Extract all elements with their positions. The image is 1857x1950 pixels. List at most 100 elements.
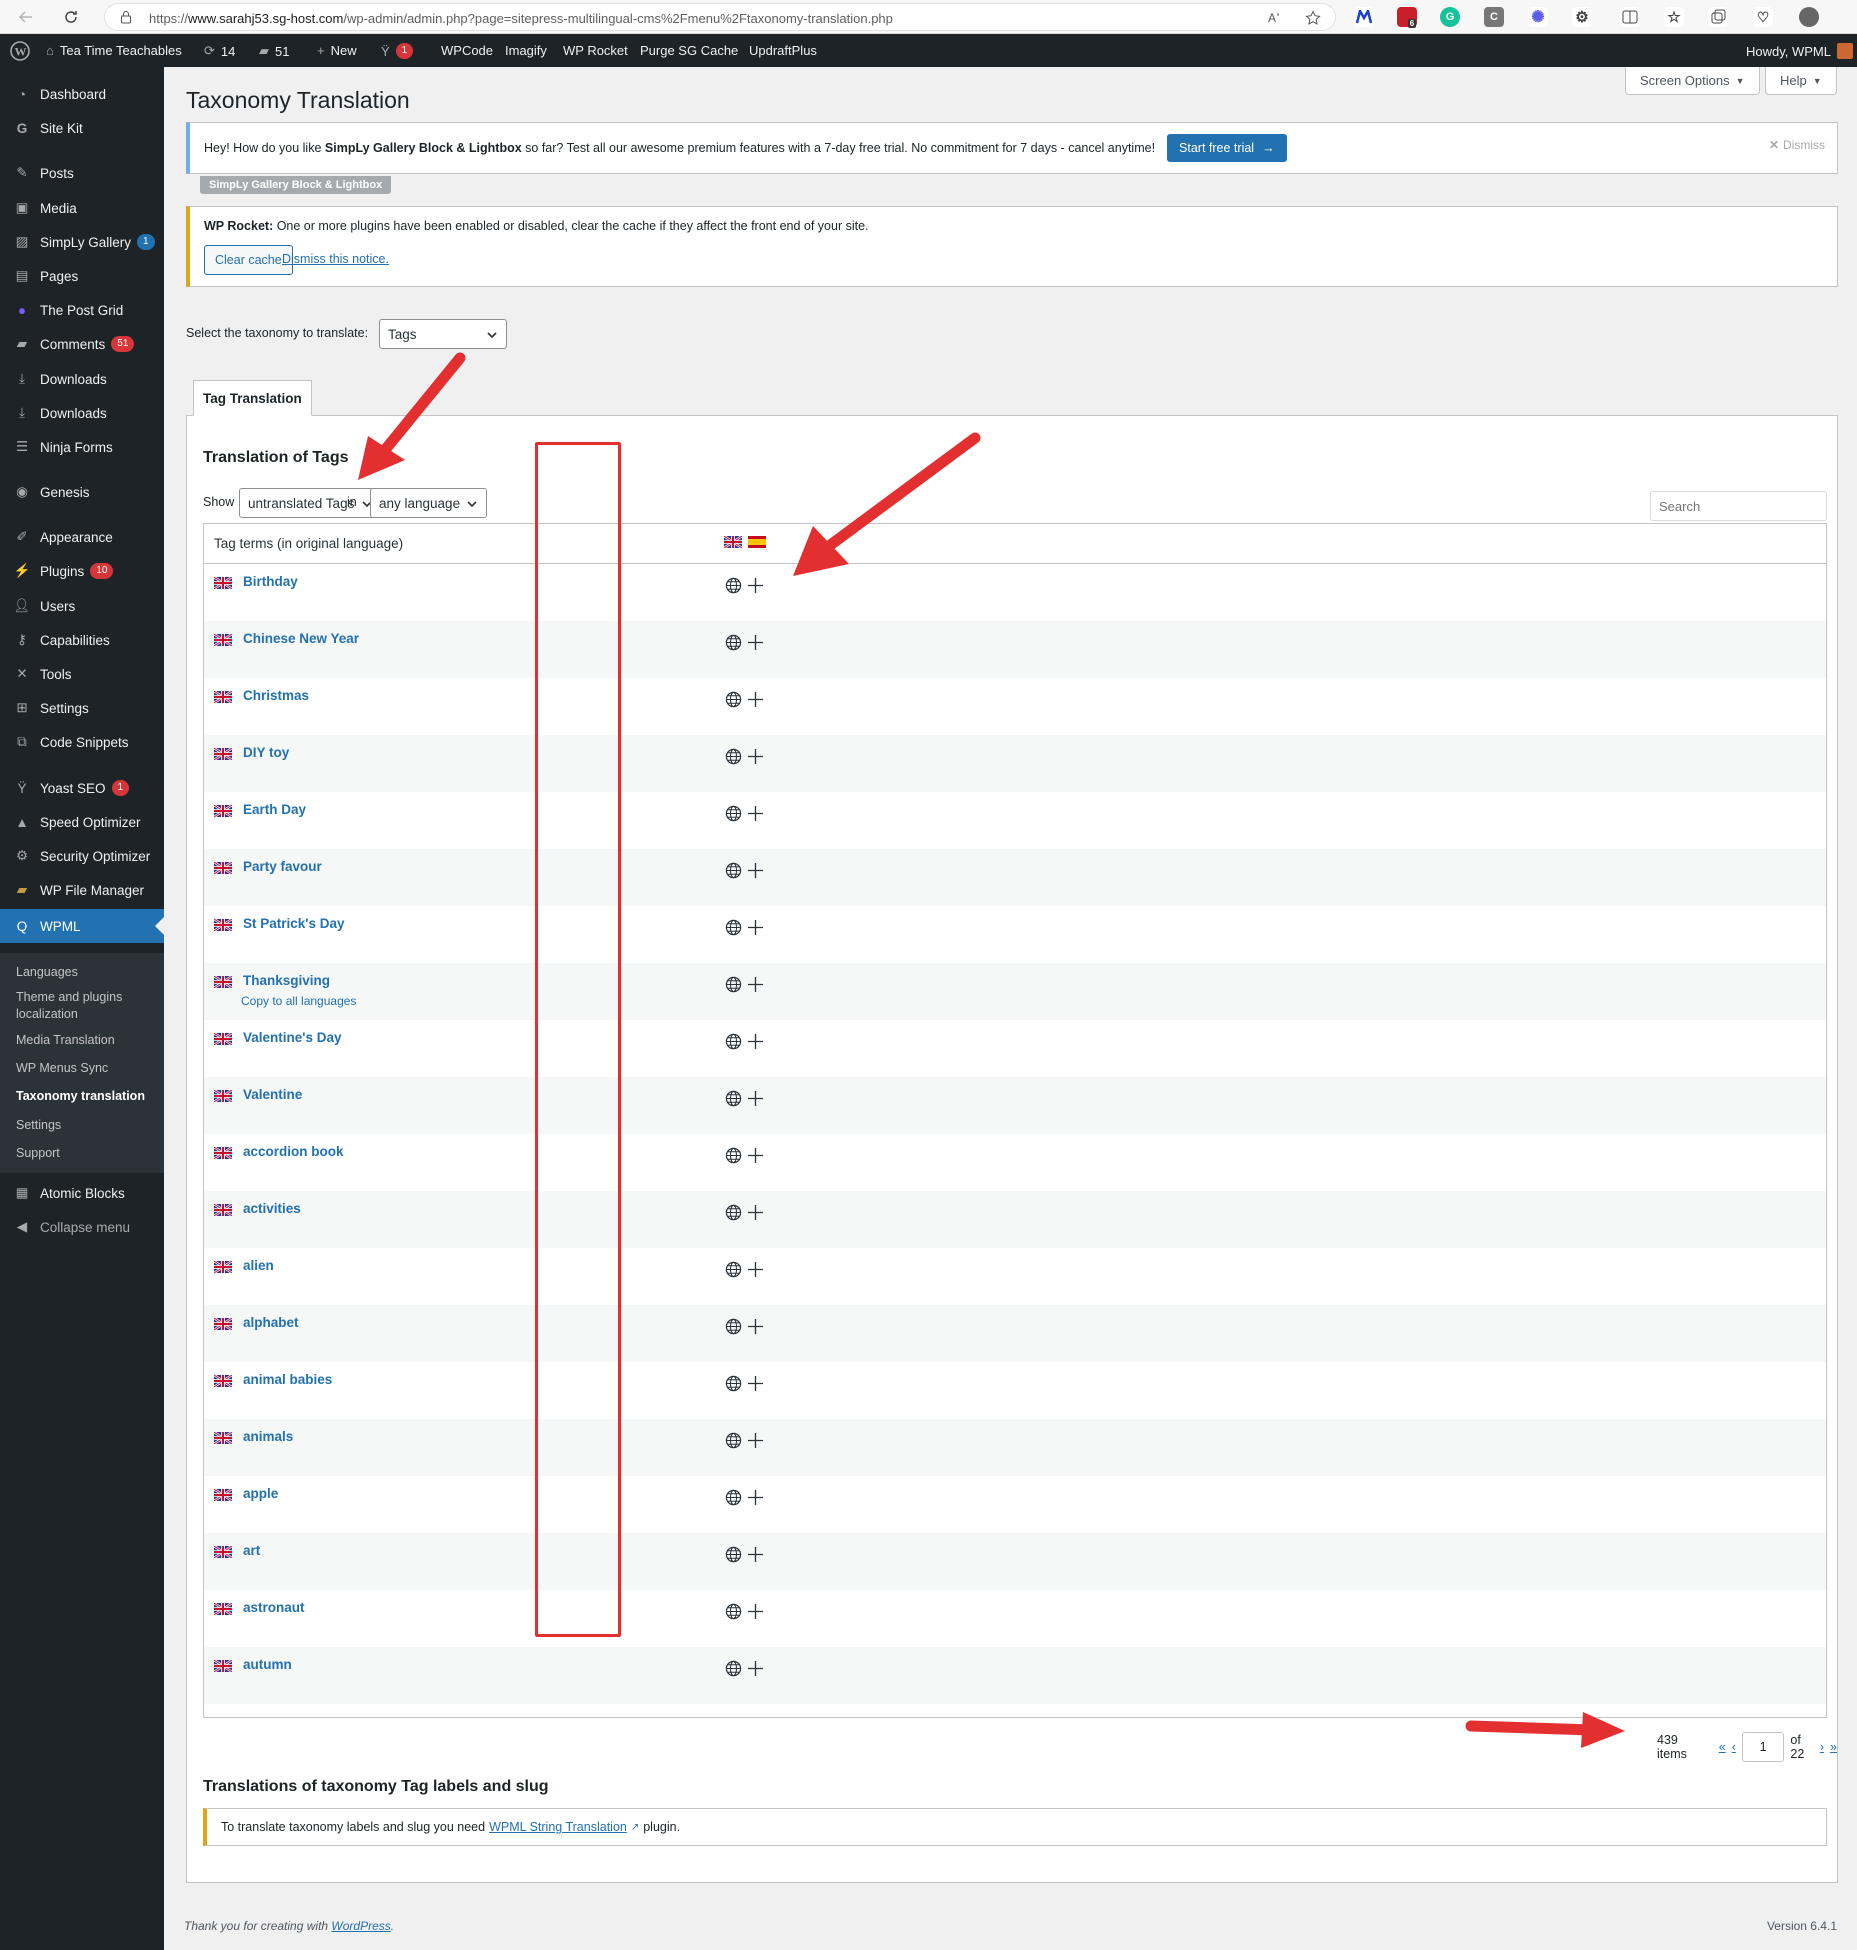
submenu-media-translation[interactable]: Media Translation: [16, 1032, 156, 1049]
add-translation-icon[interactable]: [747, 1204, 764, 1221]
term-link[interactable]: DIY toy: [243, 745, 289, 760]
wordpress-logo-icon[interactable]: W: [10, 41, 30, 61]
help-button[interactable]: Help ▼: [1765, 67, 1837, 95]
term-link[interactable]: alien: [243, 1258, 274, 1273]
menu-wp-file-manager[interactable]: ▰ WP File Manager: [0, 874, 164, 906]
address-bar[interactable]: https://www.sarahj53.sg-host.com/wp-admi…: [104, 3, 1336, 31]
add-translation-icon[interactable]: [747, 976, 764, 993]
menu-genesis[interactable]: ◉ Genesis: [0, 476, 164, 508]
globe-icon[interactable]: [725, 1033, 742, 1050]
term-link[interactable]: animals: [243, 1429, 293, 1444]
menu-posts[interactable]: ✎ Posts: [0, 157, 164, 189]
adminbar-link-purge-sg[interactable]: Purge SG Cache: [640, 43, 738, 58]
globe-icon[interactable]: [725, 1603, 742, 1620]
add-translation-icon[interactable]: [747, 1147, 764, 1164]
menu-wpml[interactable]: Q WPML: [0, 909, 164, 943]
adminbar-link-wp-rocket[interactable]: WP Rocket: [563, 43, 628, 58]
globe-icon[interactable]: [725, 919, 742, 936]
add-translation-icon[interactable]: [747, 1603, 764, 1620]
globe-icon[interactable]: [725, 691, 742, 708]
globe-icon[interactable]: [725, 748, 742, 765]
adminbar-link-updraftplus[interactable]: UpdraftPlus: [749, 43, 817, 58]
extensions-puzzle-icon[interactable]: ⚙: [1572, 7, 1592, 27]
add-translation-icon[interactable]: [747, 1318, 764, 1335]
menu-downloads-1[interactable]: ⤓ Downloads: [0, 363, 164, 395]
extension-spark-icon[interactable]: ✺: [1528, 7, 1548, 27]
globe-icon[interactable]: [725, 1261, 742, 1278]
submenu-taxonomy-translation[interactable]: Taxonomy translation: [16, 1088, 156, 1105]
adminbar-link-imagify[interactable]: Imagify: [505, 43, 547, 58]
submenu-settings[interactable]: Settings: [16, 1117, 156, 1134]
add-translation-icon[interactable]: [747, 1546, 764, 1563]
heart-pulse-icon[interactable]: ♡: [1753, 7, 1773, 27]
term-link[interactable]: animal babies: [243, 1372, 332, 1387]
read-aloud-icon[interactable]: A: [1267, 10, 1283, 26]
globe-icon[interactable]: [725, 1090, 742, 1107]
globe-icon[interactable]: [725, 1489, 742, 1506]
collections-icon[interactable]: [1708, 7, 1728, 27]
term-link[interactable]: astronaut: [243, 1600, 305, 1615]
add-translation-icon[interactable]: [747, 862, 764, 879]
first-page-link[interactable]: «: [1719, 1740, 1726, 1754]
globe-icon[interactable]: [725, 976, 742, 993]
add-translation-icon[interactable]: [747, 691, 764, 708]
globe-icon[interactable]: [725, 577, 742, 594]
updates-link[interactable]: ⟳ 14: [204, 43, 235, 59]
tab-tag-translation[interactable]: Tag Translation: [193, 380, 312, 416]
term-link[interactable]: Birthday: [243, 574, 298, 589]
add-translation-icon[interactable]: [747, 1375, 764, 1392]
dismiss-notice-link[interactable]: Dismiss this notice.: [282, 252, 389, 266]
menu-simply-gallery[interactable]: ▨ SimpLy Gallery 1: [0, 226, 164, 258]
string-translation-link[interactable]: WPML String Translation: [489, 1820, 627, 1834]
back-icon[interactable]: [14, 5, 38, 29]
show-filter-select[interactable]: untranslated Tags: [239, 488, 382, 518]
term-link[interactable]: alphabet: [243, 1315, 299, 1330]
globe-icon[interactable]: [725, 805, 742, 822]
dismiss-promo-button[interactable]: ✕ Dismiss: [1769, 138, 1825, 152]
globe-icon[interactable]: [725, 1660, 742, 1677]
globe-icon[interactable]: [725, 1432, 742, 1449]
globe-icon[interactable]: [725, 1375, 742, 1392]
term-link[interactable]: Party favour: [243, 859, 322, 874]
add-translation-icon[interactable]: [747, 919, 764, 936]
favorites-icon[interactable]: ☆: [1664, 7, 1684, 27]
current-page-input[interactable]: 1: [1741, 1732, 1785, 1762]
adminbar-link-wpcode[interactable]: WPCode: [441, 43, 493, 58]
term-link[interactable]: apple: [243, 1486, 278, 1501]
comments-link[interactable]: ▰ 51: [259, 43, 289, 59]
language-filter-select[interactable]: any language: [370, 488, 487, 518]
menu-tools[interactable]: ✕ Tools: [0, 658, 164, 690]
term-link[interactable]: accordion book: [243, 1144, 344, 1159]
term-link[interactable]: Earth Day: [243, 802, 306, 817]
taxonomy-select[interactable]: Tags: [379, 319, 507, 349]
site-name-link[interactable]: ⌂ Tea Time Teachables: [46, 43, 182, 58]
start-free-trial-button[interactable]: Start free trial →: [1167, 134, 1287, 162]
menu-downloads-2[interactable]: ⤓ Downloads: [0, 397, 164, 429]
menu-site-kit[interactable]: G Site Kit: [0, 112, 164, 144]
yoast-adminbar-link[interactable]: Ÿ1: [381, 43, 414, 59]
term-link[interactable]: activities: [243, 1201, 301, 1216]
next-page-link[interactable]: ›: [1820, 1740, 1824, 1754]
menu-yoast-seo[interactable]: Ÿ Yoast SEO 1: [0, 772, 164, 804]
add-translation-icon[interactable]: [747, 1489, 764, 1506]
term-link[interactable]: art: [243, 1543, 260, 1558]
add-translation-icon[interactable]: [747, 1090, 764, 1107]
menu-speed-optimizer[interactable]: ▲ Speed Optimizer: [0, 806, 164, 838]
copy-to-all-languages-link[interactable]: Copy to all languages: [241, 994, 356, 1008]
howdy-account-menu[interactable]: Howdy, WPML: [1746, 43, 1853, 59]
split-screen-icon[interactable]: [1620, 7, 1640, 27]
term-link[interactable]: Thanksgiving: [243, 973, 330, 988]
term-link[interactable]: Valentine's Day: [243, 1030, 342, 1045]
menu-users[interactable]: 👤︎ Users: [0, 590, 164, 622]
term-link[interactable]: Christmas: [243, 688, 309, 703]
menu-dashboard[interactable]: ◔ Dashboard: [0, 78, 164, 110]
add-translation-icon[interactable]: [747, 1261, 764, 1278]
collapse-menu[interactable]: ◀ Collapse menu: [0, 1211, 164, 1243]
menu-pages[interactable]: ▤ Pages: [0, 260, 164, 292]
submenu-wp-menus-sync[interactable]: WP Menus Sync: [16, 1060, 156, 1077]
grammarly-icon[interactable]: G: [1440, 7, 1460, 27]
submenu-theme-plugins-localization[interactable]: Theme and plugins localization: [16, 989, 156, 1023]
menu-settings[interactable]: ⊞ Settings: [0, 692, 164, 724]
prev-page-link[interactable]: ‹: [1732, 1740, 1736, 1754]
add-translation-icon[interactable]: [747, 634, 764, 651]
